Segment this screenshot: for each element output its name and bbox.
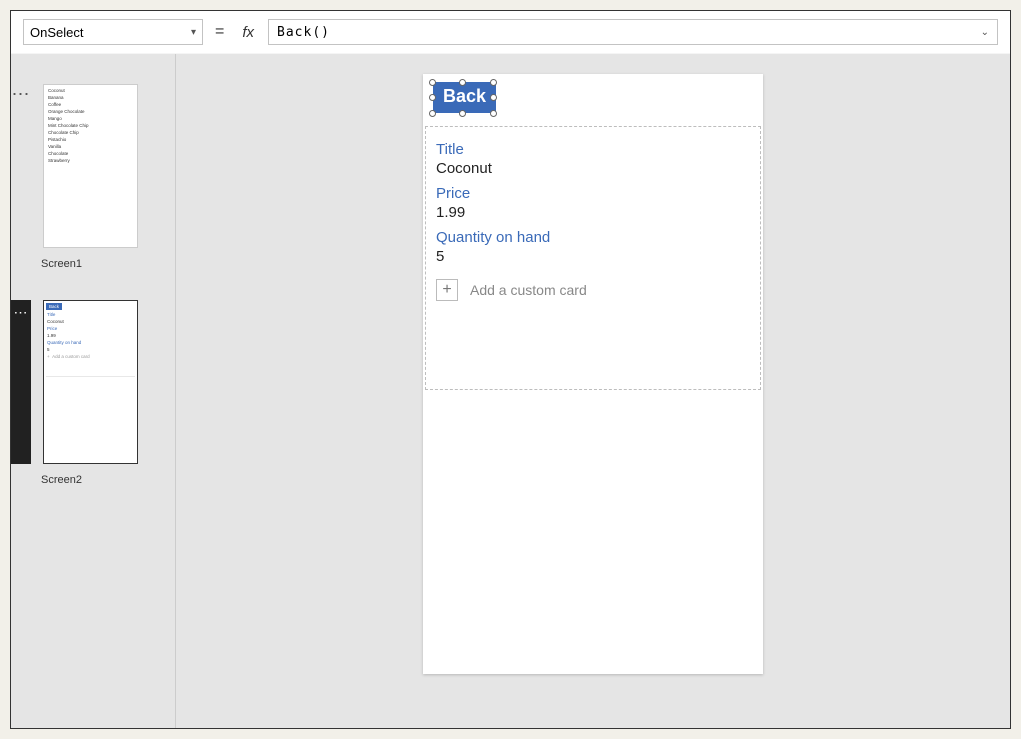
list-item: Coconut bbox=[46, 87, 135, 94]
mini-price-value: 1.99 bbox=[46, 332, 135, 339]
title-label: Title bbox=[436, 141, 750, 158]
selection-handle[interactable] bbox=[429, 110, 436, 117]
list-item: Mango bbox=[46, 115, 135, 122]
list-item: Pistachio bbox=[46, 136, 135, 143]
selection-handle[interactable] bbox=[490, 94, 497, 101]
list-item: Coffee bbox=[46, 101, 135, 108]
back-button[interactable]: Back bbox=[433, 82, 496, 113]
list-item: Chocolate Chip bbox=[46, 129, 135, 136]
screens-panel: ⋯ Coconut Banana Coffee Orange Chocolate… bbox=[11, 54, 176, 728]
mini-title-value: Coconut bbox=[46, 318, 135, 325]
formula-input[interactable]: Back() ⌄ bbox=[268, 19, 998, 45]
form-area[interactable]: Title Coconut Price 1.99 Quantity on han… bbox=[425, 126, 761, 390]
canvas-area: Back Title Coconut Price 1.99 Quantity o… bbox=[176, 54, 1010, 728]
fx-icon[interactable]: fx bbox=[236, 24, 260, 41]
mini-qty-label: Quantity on hand bbox=[46, 339, 135, 346]
selection-handle[interactable] bbox=[429, 94, 436, 101]
price-label: Price bbox=[436, 185, 750, 202]
more-icon[interactable]: ⋯ bbox=[11, 84, 31, 100]
add-custom-card[interactable]: + Add a custom card bbox=[436, 279, 750, 301]
price-value: 1.99 bbox=[436, 204, 750, 221]
selection-handle[interactable] bbox=[490, 79, 497, 86]
main-area: ⋯ Coconut Banana Coffee Orange Chocolate… bbox=[11, 54, 1010, 728]
screen2-thumbnail[interactable]: Back Title Coconut Price 1.99 Quantity o… bbox=[43, 300, 138, 464]
selection-handle[interactable] bbox=[459, 110, 466, 117]
screen1-thumbnail[interactable]: Coconut Banana Coffee Orange Chocolate M… bbox=[43, 84, 138, 248]
list-item: Orange Chocolate bbox=[46, 108, 135, 115]
chevron-down-icon: ▾ bbox=[191, 27, 196, 38]
more-icon[interactable]: ⋯ bbox=[11, 300, 31, 464]
screen2-label: Screen2 bbox=[41, 474, 175, 486]
phone-canvas[interactable]: Back Title Coconut Price 1.99 Quantity o… bbox=[423, 74, 763, 674]
app-window: OnSelect ▾ = fx Back() ⌄ ⋯ Coconut Banan… bbox=[10, 10, 1011, 729]
selection-handle[interactable] bbox=[490, 110, 497, 117]
mini-price-label: Price bbox=[46, 325, 135, 332]
add-custom-card-label: Add a custom card bbox=[470, 282, 587, 298]
qty-value: 5 bbox=[436, 248, 750, 265]
mini-title-label: Title bbox=[46, 311, 135, 318]
selection-handle[interactable] bbox=[429, 79, 436, 86]
selection-handle[interactable] bbox=[459, 79, 466, 86]
mini-add-card: + Add a custom card bbox=[46, 353, 135, 360]
plus-icon[interactable]: + bbox=[436, 279, 458, 301]
list-item: Vanilla bbox=[46, 143, 135, 150]
mini-back-button: Back bbox=[46, 303, 62, 310]
property-select-value: OnSelect bbox=[30, 25, 83, 40]
equals-label: = bbox=[211, 23, 228, 41]
screen1-label: Screen1 bbox=[41, 258, 175, 270]
list-item: Mint Chocolate Chip bbox=[46, 122, 135, 129]
formula-text: Back() bbox=[277, 25, 330, 40]
list-item: Chocolate bbox=[46, 150, 135, 157]
mini-qty-value: 5 bbox=[46, 346, 135, 353]
screen1-block: ⋯ Coconut Banana Coffee Orange Chocolate… bbox=[11, 84, 175, 270]
list-item: Banana bbox=[46, 94, 135, 101]
chevron-down-icon[interactable]: ⌄ bbox=[981, 27, 989, 38]
title-value: Coconut bbox=[436, 160, 750, 177]
qty-label: Quantity on hand bbox=[436, 229, 750, 246]
screen2-block: ⋯ Back Title Coconut Price 1.99 Quantity… bbox=[11, 300, 175, 486]
list-item: Strawberry bbox=[46, 157, 135, 164]
formula-bar: OnSelect ▾ = fx Back() ⌄ bbox=[11, 11, 1010, 54]
property-select[interactable]: OnSelect ▾ bbox=[23, 19, 203, 45]
